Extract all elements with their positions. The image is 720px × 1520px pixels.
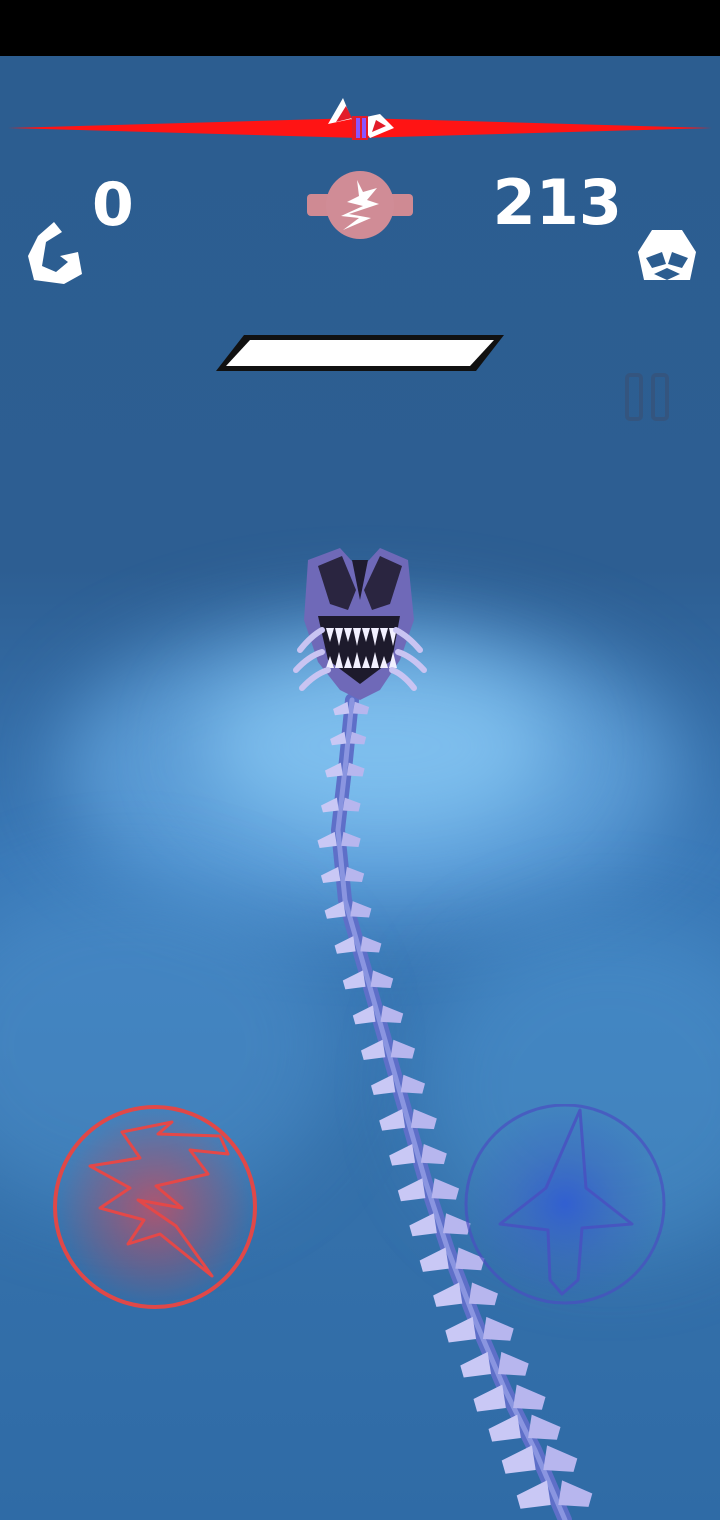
vertebra-spike xyxy=(330,731,347,746)
vertebra-spike xyxy=(321,797,339,813)
vertebra-spike xyxy=(346,762,365,777)
vertebra-spike xyxy=(516,1480,551,1509)
star-dive-icon xyxy=(464,1103,666,1305)
vertebra-spike xyxy=(324,901,346,919)
serpent-tendril xyxy=(389,667,417,691)
vertebra-spike xyxy=(342,970,366,990)
vertebra-spike xyxy=(360,936,382,953)
vertebra-spike xyxy=(352,1005,376,1025)
vertebra-spike xyxy=(389,1143,416,1166)
vertebra-spike xyxy=(420,1143,447,1165)
vertebra-spike xyxy=(513,1384,546,1410)
vertebra-spike xyxy=(341,831,361,847)
vertebra-spike xyxy=(397,1178,426,1202)
vertebra-spike xyxy=(334,936,356,954)
vertebra-spike xyxy=(342,797,361,812)
vertebra-spike xyxy=(380,1005,404,1024)
vertebra-spike xyxy=(325,762,343,778)
vertebra-spike xyxy=(410,1108,437,1130)
dash-attack-icon xyxy=(53,1105,257,1309)
vertebra-spike xyxy=(371,1074,396,1095)
vertebra-spike xyxy=(349,731,367,745)
vertebra-spike xyxy=(501,1445,536,1474)
vertebra-spike xyxy=(409,1213,437,1237)
vertebra-spike xyxy=(390,1039,415,1059)
vertebra-spike xyxy=(433,1282,463,1307)
serpent-tendril xyxy=(395,649,427,673)
vertebra-spike xyxy=(419,1247,449,1272)
vertebra-spike xyxy=(379,1108,406,1131)
vertebra-spike xyxy=(370,970,394,989)
vertebra-spike xyxy=(460,1351,492,1378)
vertebra-spike xyxy=(543,1445,578,1472)
vertebra-spike xyxy=(431,1178,460,1200)
vertebra-spike xyxy=(528,1414,561,1440)
vertebra-spike xyxy=(361,1039,386,1060)
vertebra-spike xyxy=(320,866,341,884)
vertebra-spike xyxy=(400,1074,425,1094)
dive-button[interactable] xyxy=(462,1103,668,1310)
vertebra-spike xyxy=(350,901,372,918)
serpent-tendril xyxy=(299,667,331,691)
vertebra-spike xyxy=(558,1480,593,1507)
vertebra-spike xyxy=(473,1384,506,1412)
vertebra-spike xyxy=(344,866,365,882)
vertebra-spike xyxy=(497,1351,529,1376)
vertebra-spike xyxy=(352,701,370,715)
vertebra-spike xyxy=(333,701,350,716)
vertebra-spike xyxy=(488,1414,521,1442)
vertebra-spike xyxy=(445,1316,477,1343)
vertebra-spike xyxy=(482,1316,514,1341)
vertebra-spike xyxy=(317,831,337,849)
dash-button[interactable] xyxy=(52,1104,258,1310)
